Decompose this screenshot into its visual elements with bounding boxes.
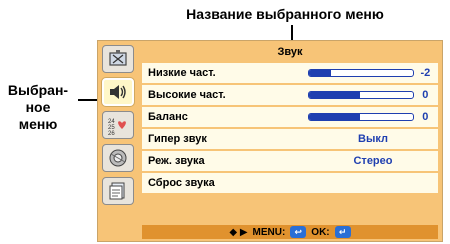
navigation-arrows-icon: ◆ ▶ <box>229 226 248 238</box>
treble-label: Высокие част. <box>148 89 226 101</box>
menu-row-sound-reset[interactable]: Сброс звука <box>142 173 438 193</box>
callout-left-line2: ное <box>25 99 51 115</box>
image-menu-icon[interactable] <box>102 45 134 73</box>
treble-slider-fill <box>308 92 360 98</box>
ok-key-label: OK: <box>311 226 330 238</box>
menu-row-sound-mode[interactable]: Реж. звука Стерео <box>142 151 438 171</box>
hyper-sound-value: Выкл <box>358 133 388 145</box>
balance-slider[interactable] <box>307 113 414 121</box>
bass-value: -2 <box>420 67 431 79</box>
menu-title: Звук <box>277 46 303 58</box>
menu-key-label: MENU: <box>252 226 286 238</box>
bass-label: Низкие част. <box>148 67 216 79</box>
callout-pointer-top <box>291 25 293 41</box>
balance-value: 0 <box>422 111 429 123</box>
sound-mode-value: Стерео <box>353 155 393 167</box>
timer-menu-icon[interactable]: 24 25 26 <box>102 111 134 139</box>
sound-mode-label: Реж. звука <box>148 155 205 167</box>
ok-enter-key-icon: ↵ <box>334 226 351 238</box>
menu-row-hyper-sound[interactable]: Гипер звук Выкл <box>142 129 438 149</box>
balance-label: Баланс <box>148 111 188 123</box>
selected-menu-callout: Выбран- ное меню <box>0 82 76 133</box>
info-menu-icon[interactable] <box>102 177 134 205</box>
sound-menu-icon[interactable] <box>102 78 134 106</box>
bass-slider[interactable] <box>307 69 414 77</box>
menu-row-treble[interactable]: Высокие част. 0 <box>142 85 438 105</box>
menu-footer: ◆ ▶ MENU: ↩ OK: ↵ <box>142 225 438 239</box>
menu-panel: Звук Низкие част. -2 Высокие част. 0 Бал… <box>142 43 438 219</box>
selected-menu-name-callout: Название выбранного меню <box>186 6 384 22</box>
callout-left-line1: Выбран- <box>7 82 69 98</box>
settings-menu-icon[interactable] <box>102 144 134 172</box>
menu-return-key-icon: ↩ <box>290 226 307 238</box>
balance-slider-fill <box>308 114 360 120</box>
menu-category-sidebar: 24 25 26 <box>100 45 136 210</box>
treble-slider[interactable] <box>307 91 414 99</box>
treble-value: 0 <box>422 89 429 101</box>
callout-left-line3: меню <box>18 116 58 132</box>
sound-reset-label: Сброс звука <box>148 177 215 189</box>
bass-slider-fill <box>308 70 331 76</box>
menu-row-balance[interactable]: Баланс 0 <box>142 107 438 127</box>
osd-menu: 24 25 26 Звук Низкие част. -2 Высокие част… <box>97 40 443 242</box>
menu-row-bass[interactable]: Низкие част. -2 <box>142 63 438 83</box>
svg-text:26: 26 <box>108 131 115 135</box>
hyper-sound-label: Гипер звук <box>148 133 207 145</box>
